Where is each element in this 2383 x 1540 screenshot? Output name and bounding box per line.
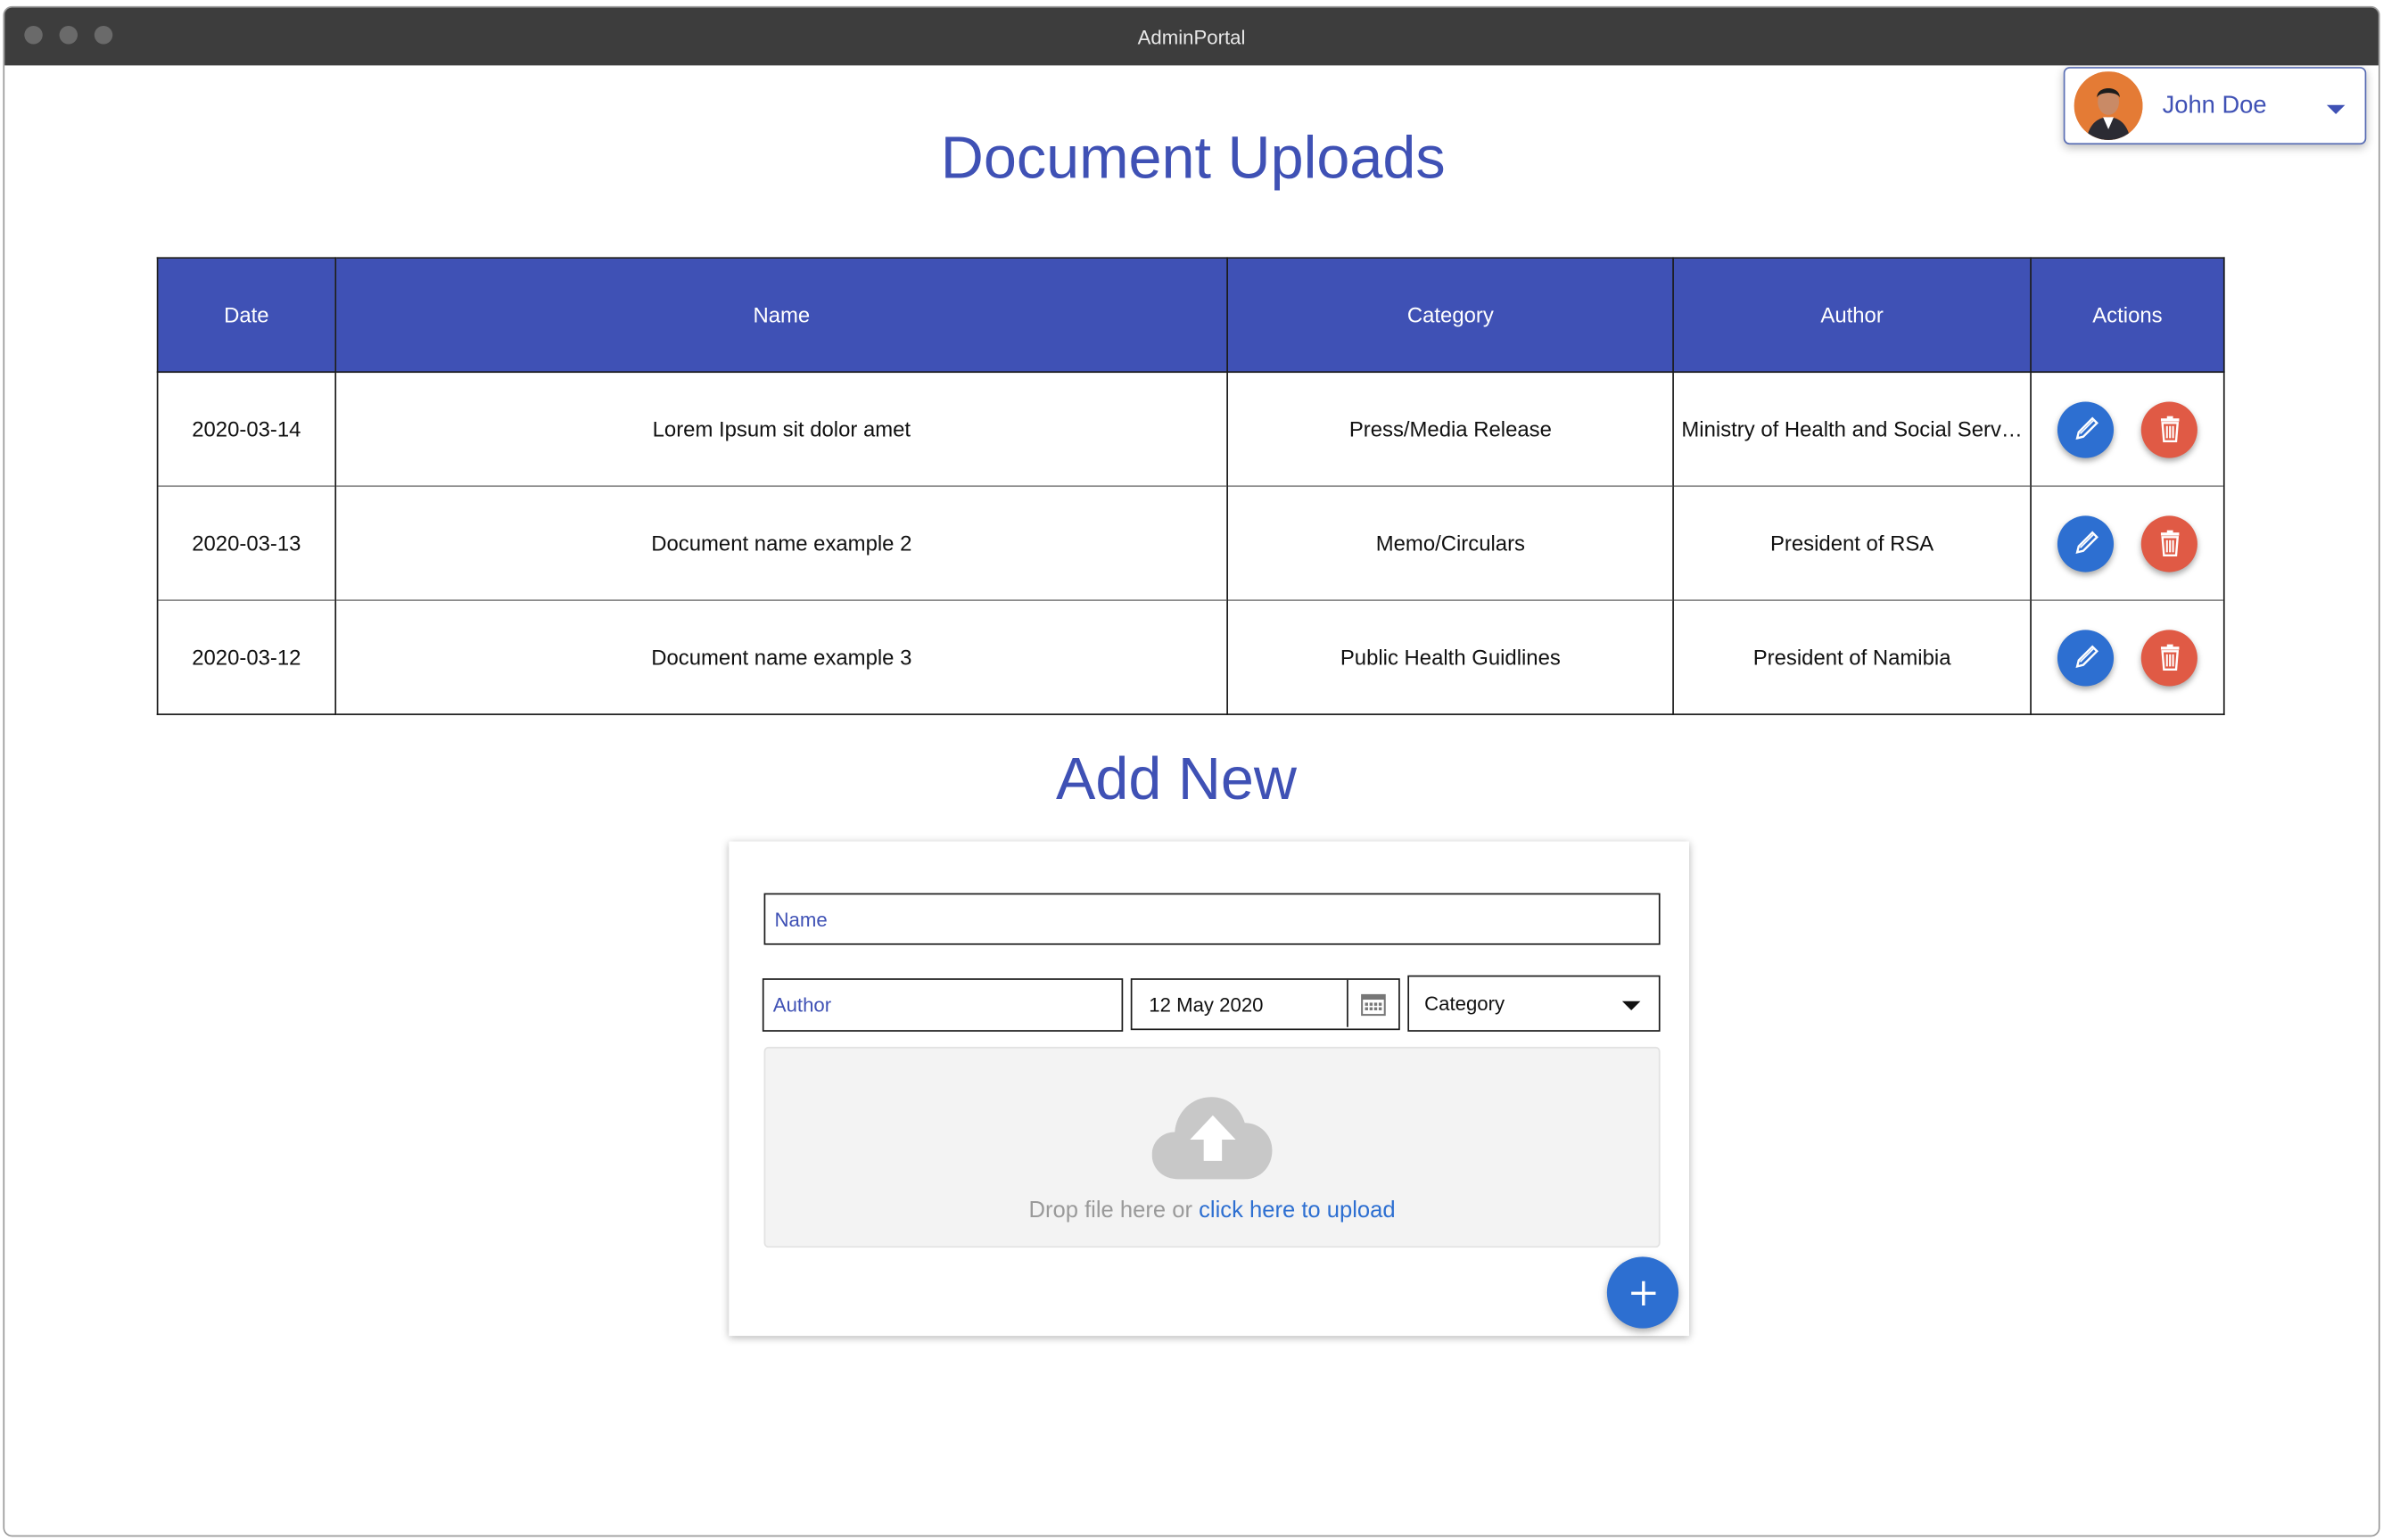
edit-button[interactable] (2057, 515, 2115, 572)
table-row: 2020-03-13 Document name example 2 Memo/… (156, 485, 2225, 601)
delete-button[interactable] (2140, 629, 2197, 686)
app-window: AdminPortal John Doe Document Uploads Da… (3, 5, 2380, 1537)
window-titlebar: AdminPortal (4, 7, 2379, 66)
trash-icon (2160, 416, 2179, 443)
name-placeholder: Name (774, 907, 828, 931)
upload-link[interactable]: click here to upload (1199, 1198, 1396, 1223)
close-window-button[interactable] (24, 26, 43, 45)
category-cell: Public Health Guidlines (1226, 599, 1674, 715)
trash-icon (2160, 530, 2179, 556)
trash-icon (2160, 644, 2179, 671)
calendar-button[interactable] (1347, 979, 1398, 1027)
author-cell: President of Namibia (1672, 599, 2032, 715)
file-dropzone[interactable]: Drop file here or click here to upload (763, 1046, 1661, 1248)
table-row: 2020-03-14 Lorem Ipsum sit dolor amet Pr… (156, 371, 2225, 487)
name-input[interactable]: Name (763, 893, 1661, 945)
calendar-icon (1361, 993, 1386, 1016)
screen: AdminPortal John Doe Document Uploads Da… (0, 0, 2383, 1540)
plus-icon (1630, 1280, 1655, 1305)
minimize-window-button[interactable] (59, 26, 78, 45)
edit-button[interactable] (2057, 400, 2115, 457)
chevron-down-icon[interactable] (2326, 103, 2346, 114)
add-document-form: Name Author 12 May 2020 Category Drop fi… (729, 841, 1689, 1337)
author-placeholder: Author (772, 993, 832, 1017)
window-title: AdminPortal (1137, 25, 1246, 48)
date-cell: 2020-03-14 (156, 371, 336, 487)
column-header-author[interactable]: Author (1672, 257, 2032, 374)
actions-cell (2030, 485, 2225, 601)
delete-button[interactable] (2140, 515, 2197, 572)
name-cell: Document name example 2 (334, 485, 1229, 601)
maximize-window-button[interactable] (94, 26, 113, 45)
actions-cell (2030, 599, 2225, 715)
column-header-name[interactable]: Name (334, 257, 1229, 374)
user-name: John Doe (2162, 92, 2267, 119)
column-header-actions: Actions (2030, 257, 2225, 374)
pencil-icon (2074, 645, 2099, 669)
page-title: Document Uploads (940, 126, 1446, 192)
category-selected: Category (1424, 992, 1505, 1016)
date-cell: 2020-03-12 (156, 599, 336, 715)
column-header-date[interactable]: Date (156, 257, 336, 374)
actions-cell (2030, 371, 2225, 487)
edit-button[interactable] (2057, 629, 2115, 686)
documents-table: Date Name Category Author Actions 2020-0… (156, 257, 2225, 715)
date-value: 12 May 2020 (1149, 992, 1264, 1016)
name-cell: Document name example 3 (334, 599, 1229, 715)
add-document-button[interactable] (1606, 1256, 1679, 1329)
add-new-title: Add New (1055, 746, 1297, 813)
drop-text: Drop file here or (1028, 1197, 1200, 1223)
cloud-upload-icon (1151, 1097, 1273, 1180)
name-cell: Lorem Ipsum sit dolor amet (334, 371, 1229, 487)
date-cell: 2020-03-13 (156, 485, 336, 601)
category-cell: Memo/Circulars (1226, 485, 1674, 601)
table-header-row: Date Name Category Author Actions (156, 257, 2225, 374)
column-header-category[interactable]: Category (1226, 257, 1674, 374)
category-select[interactable]: Category (1407, 975, 1661, 1032)
category-cell: Press/Media Release (1226, 371, 1674, 487)
author-input[interactable]: Author (762, 978, 1124, 1032)
chevron-down-icon (1621, 1001, 1641, 1010)
author-cell: Ministry of Health and Social Serv… (1672, 371, 2032, 487)
table-row: 2020-03-12 Document name example 3 Publi… (156, 599, 2225, 715)
date-picker[interactable]: 12 May 2020 (1130, 978, 1400, 1031)
drop-hint: Drop file here or click here to upload (765, 1198, 1659, 1223)
pencil-icon (2074, 531, 2099, 555)
delete-button[interactable] (2140, 400, 2197, 457)
author-cell: President of RSA (1672, 485, 2032, 601)
pencil-icon (2074, 416, 2099, 441)
